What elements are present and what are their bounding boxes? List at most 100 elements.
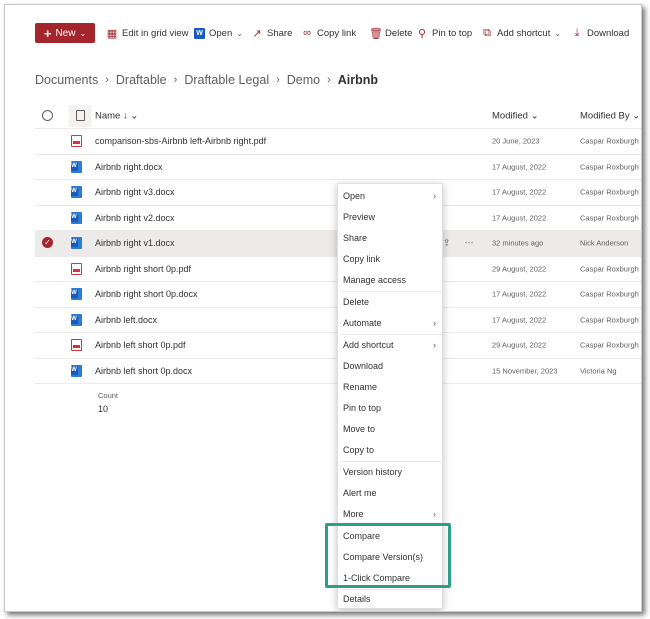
- pdf-file-icon: [70, 339, 82, 352]
- menu-item-preview[interactable]: Preview: [338, 207, 442, 227]
- row-checkbox[interactable]: ✓: [42, 237, 54, 249]
- breadcrumb-demo[interactable]: Demo: [287, 73, 320, 87]
- menu-item-label: Details: [343, 594, 371, 604]
- pin-to-top-button[interactable]: ⚲ Pin to top: [416, 23, 472, 43]
- count-value: 10: [98, 404, 109, 414]
- modified-by: Caspar Roxburgh: [580, 264, 639, 274]
- row-checkbox[interactable]: [42, 288, 54, 300]
- file-type-cell: [69, 262, 83, 276]
- menu-item-details[interactable]: Details: [338, 589, 442, 609]
- menu-item-manage-access[interactable]: Manage access: [338, 270, 442, 290]
- open-label: Open: [209, 27, 233, 39]
- file-name[interactable]: Airbnb right.docx: [95, 162, 163, 172]
- modified-date: 17 August, 2022: [492, 289, 547, 299]
- modified-date: 17 August, 2022: [492, 162, 547, 172]
- breadcrumb-draftable[interactable]: Draftable: [116, 73, 167, 87]
- modified-date: 17 August, 2022: [492, 187, 547, 197]
- menu-item-label: Move to: [343, 424, 376, 434]
- select-all-checkbox[interactable]: [42, 109, 54, 122]
- menu-item-label: Open: [343, 191, 366, 201]
- row-checkbox[interactable]: [42, 135, 54, 147]
- menu-item-alert-me[interactable]: Alert me: [338, 483, 442, 503]
- file-type-header[interactable]: [69, 104, 91, 127]
- file-name[interactable]: Airbnb left.docx: [95, 315, 157, 325]
- menu-item-open[interactable]: Open ›: [338, 186, 442, 206]
- table-row[interactable]: comparison-sbs-Airbnb left-Airbnb right.…: [35, 129, 641, 155]
- delete-button[interactable]: 🗑 Delete: [369, 23, 412, 43]
- chevron-right-icon: ›: [276, 74, 280, 86]
- menu-item-automate[interactable]: Automate ›: [338, 313, 442, 333]
- new-button[interactable]: + New ⌄: [35, 23, 95, 43]
- modified-date: 32 minutes ago: [492, 238, 544, 248]
- chevron-right-icon: ›: [327, 74, 331, 86]
- modified-date: 29 August, 2022: [492, 264, 547, 274]
- row-checkbox[interactable]: [42, 186, 54, 198]
- chevron-right-icon: ›: [173, 74, 178, 86]
- more-options-icon[interactable]: ⋯: [465, 238, 474, 249]
- item-count: Count 10: [98, 391, 118, 414]
- row-checkbox[interactable]: [42, 212, 54, 224]
- chevron-right-icon: ›: [105, 74, 109, 86]
- modified-by: Caspar Roxburgh: [580, 213, 639, 223]
- menu-item-copy-to[interactable]: Copy to: [338, 440, 442, 460]
- file-name[interactable]: Airbnb left short 0p.docx: [95, 366, 192, 376]
- share-label: Share: [267, 27, 293, 39]
- chevron-right-icon: ›: [433, 509, 436, 519]
- menu-item-add-shortcut[interactable]: Add shortcut ›: [338, 335, 442, 355]
- menu-item-share[interactable]: Share: [338, 228, 442, 248]
- file-type-cell: [69, 134, 83, 148]
- modified-date: 17 August, 2022: [492, 213, 547, 223]
- shortcut-icon: ⧉: [483, 26, 491, 39]
- file-type-cell: [69, 364, 83, 378]
- modified-by-column-header[interactable]: Modified By ⌄: [580, 110, 640, 121]
- row-checkbox[interactable]: [42, 161, 54, 173]
- menu-item-label: More: [343, 509, 364, 519]
- row-checkbox[interactable]: [42, 263, 54, 275]
- file-name[interactable]: Airbnb right short 0p.pdf: [95, 264, 191, 274]
- word-icon: W: [194, 27, 205, 39]
- download-label: Download: [587, 27, 630, 39]
- file-name[interactable]: Airbnb right v1.docx: [95, 238, 175, 248]
- command-bar: + New ⌄ ▦ Edit in grid view W Open ⌄ ↗ S…: [5, 23, 641, 55]
- menu-item-download[interactable]: Download: [338, 356, 442, 376]
- edit-in-grid-view-button[interactable]: ▦ Edit in grid view: [106, 23, 189, 43]
- pdf-file-icon: [70, 262, 82, 275]
- menu-item-rename[interactable]: Rename: [338, 377, 442, 397]
- breadcrumb-draftable-legal[interactable]: Draftable Legal: [184, 73, 269, 87]
- name-column-header[interactable]: Name ↓ ⌄: [95, 110, 138, 121]
- file-name[interactable]: Airbnb right v3.docx: [95, 187, 175, 197]
- row-checkbox[interactable]: [42, 339, 54, 351]
- word-file-icon: [70, 211, 82, 224]
- menu-item-delete[interactable]: Delete: [338, 292, 442, 312]
- chevron-down-icon: ⌄: [79, 28, 87, 38]
- file-name[interactable]: Airbnb right v2.docx: [95, 213, 175, 223]
- menu-item-pin-to-top[interactable]: Pin to top: [338, 398, 442, 418]
- share-icon[interactable]: ⇪: [443, 238, 451, 249]
- breadcrumb-documents[interactable]: Documents: [35, 73, 98, 87]
- file-name[interactable]: comparison-sbs-Airbnb left-Airbnb right.…: [95, 136, 266, 146]
- menu-item-move-to[interactable]: Move to: [338, 419, 442, 439]
- menu-item-version-history[interactable]: Version history: [338, 462, 442, 482]
- pin-icon: ⚲: [417, 27, 427, 40]
- trash-icon: 🗑: [369, 27, 383, 40]
- table-row[interactable]: Airbnb right.docx 17 August, 2022 Caspar R…: [35, 155, 641, 180]
- modified-column-header[interactable]: Modified ⌄: [492, 110, 539, 121]
- open-button[interactable]: W Open ⌄: [194, 23, 243, 43]
- add-shortcut-button[interactable]: ⧉ Add shortcut ⌄: [481, 23, 561, 43]
- menu-item-label: Delete: [343, 297, 370, 307]
- compare-highlight-box: [325, 523, 451, 588]
- modified-date: 15 November, 2023: [492, 366, 558, 376]
- modified-by: Victoria Ng: [580, 366, 617, 376]
- menu-item-more[interactable]: More ›: [338, 504, 442, 524]
- file-name[interactable]: Airbnb left short 0p.pdf: [95, 340, 186, 350]
- download-button[interactable]: ⤓ Download: [571, 23, 630, 43]
- share-button[interactable]: ↗ Share: [251, 23, 292, 43]
- menu-item-label: Copy link: [343, 254, 381, 264]
- row-actions: ⇪ ⋯: [443, 238, 474, 249]
- copy-link-button[interactable]: ∞ Copy link: [301, 23, 356, 43]
- file-type-cell: [69, 313, 83, 327]
- row-checkbox[interactable]: [42, 365, 54, 377]
- menu-item-copy-link[interactable]: Copy link: [338, 249, 442, 269]
- file-name[interactable]: Airbnb right short 0p.docx: [95, 289, 198, 299]
- row-checkbox[interactable]: [42, 314, 54, 326]
